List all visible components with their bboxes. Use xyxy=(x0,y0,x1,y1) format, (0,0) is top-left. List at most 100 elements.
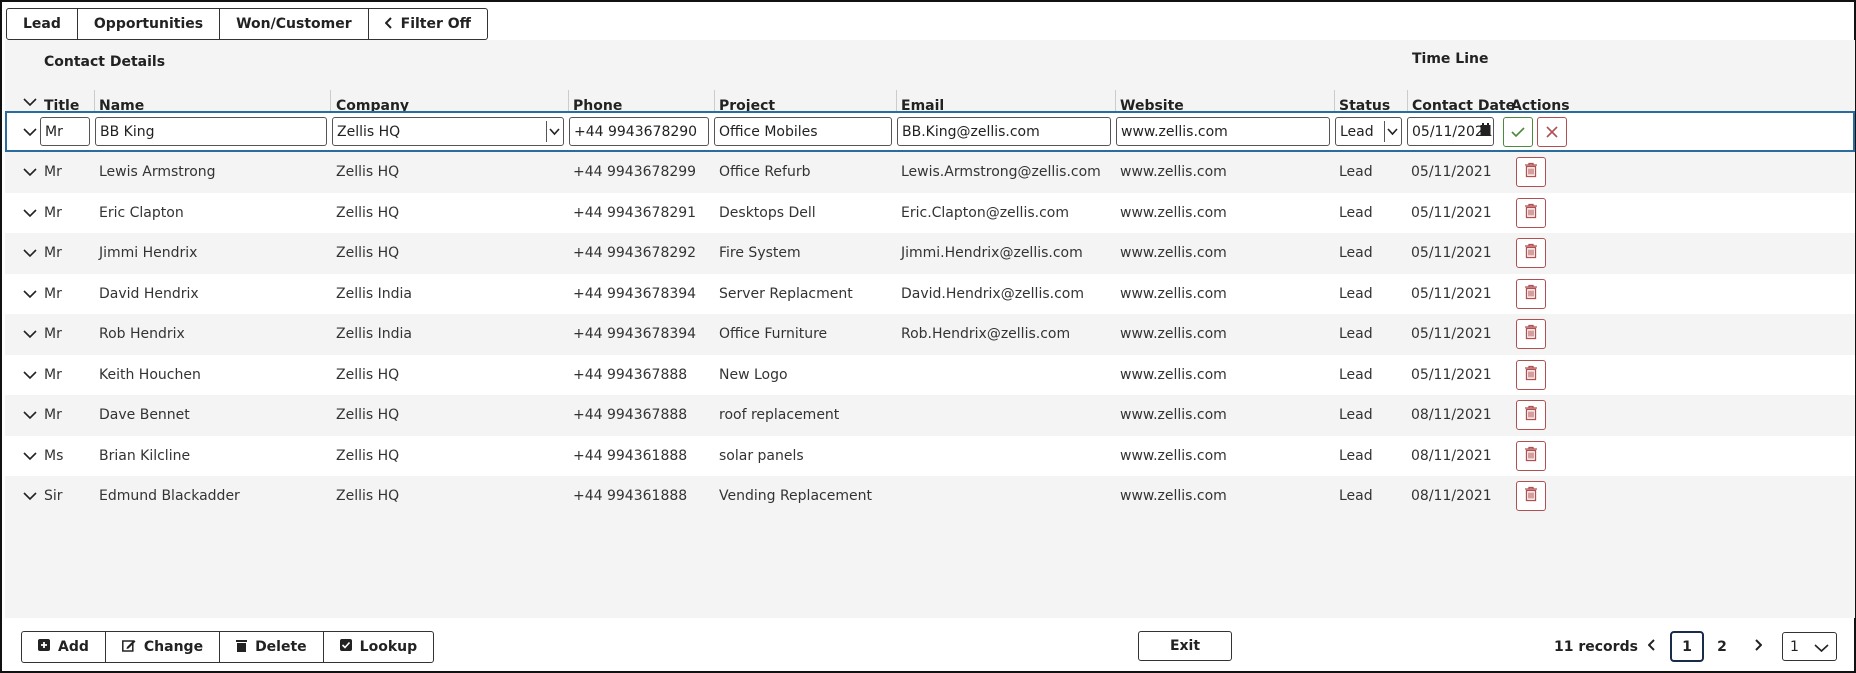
chevron-down-icon[interactable] xyxy=(22,233,38,273)
cell-website: www.zellis.com xyxy=(1120,204,1227,221)
status-select[interactable]: Lead xyxy=(1335,117,1402,146)
name-input[interactable]: BB King xyxy=(95,117,327,146)
delete-row-button[interactable] xyxy=(1516,278,1546,309)
delete-row-button[interactable] xyxy=(1516,197,1546,228)
cell-website: www.zellis.com xyxy=(1120,245,1227,261)
cell-name: Lewis Armstrong xyxy=(99,164,216,180)
page-1-button[interactable]: 1 xyxy=(1670,631,1704,662)
cell-project: Office Refurb xyxy=(719,164,811,180)
chevron-down-icon[interactable] xyxy=(22,314,38,354)
cell-status: Lead xyxy=(1339,488,1373,504)
cell-company: Zellis India xyxy=(336,326,412,342)
save-row-button[interactable] xyxy=(1503,117,1533,147)
page-size-value: 1 xyxy=(1790,638,1799,655)
delete-button[interactable]: Delete xyxy=(220,632,324,662)
table-row[interactable]: Mr Eric Clapton Zellis HQ +44 9943678291 Des… xyxy=(5,192,1855,233)
cell-title: Mr xyxy=(44,285,62,302)
chevron-down-icon[interactable] xyxy=(22,274,38,314)
cell-project: solar panels xyxy=(719,447,804,464)
chevron-down-icon[interactable] xyxy=(22,395,38,435)
chevron-down-icon xyxy=(546,121,561,142)
contact-date-input[interactable]: 05/11/2021 xyxy=(1407,117,1494,146)
change-button[interactable]: Change xyxy=(106,632,221,662)
cell-phone: +44 9943678292 xyxy=(573,245,697,261)
cell-phone: +44 994361888 xyxy=(573,488,688,504)
delete-row-button[interactable] xyxy=(1516,481,1546,511)
trash-icon xyxy=(1524,284,1538,304)
cell-name: Brian Kilcline xyxy=(99,447,191,464)
project-input[interactable]: Office Mobiles xyxy=(714,117,892,146)
cell-project: Office Furniture xyxy=(719,326,828,342)
lookup-button[interactable]: Lookup xyxy=(324,632,433,662)
cell-name: David Hendrix xyxy=(99,285,199,302)
group-header-timeline: Time Line xyxy=(1412,51,1489,67)
cell-company: Zellis HQ xyxy=(336,488,400,504)
cell-title: Mr xyxy=(44,204,62,221)
filter-toggle-button[interactable]: Filter Off xyxy=(369,9,487,39)
cell-project: Vending Replacement xyxy=(719,488,872,504)
prev-page-button[interactable] xyxy=(1644,631,1660,662)
chevron-down-icon[interactable] xyxy=(22,152,38,192)
cell-contact-date: 05/11/2021 xyxy=(1411,245,1492,261)
email-input[interactable]: BB.King@zellis.com xyxy=(897,117,1111,146)
cell-phone: +44 994361888 xyxy=(573,447,688,464)
cell-email: Rob.Hendrix@zellis.com xyxy=(901,326,1071,342)
cell-phone: +44 9943678299 xyxy=(573,164,697,180)
next-page-button[interactable] xyxy=(1750,631,1766,662)
chevron-down-icon[interactable] xyxy=(22,113,38,151)
cell-email: David.Hendrix@zellis.com xyxy=(901,285,1084,302)
trash-icon xyxy=(1524,405,1538,425)
check-square-icon xyxy=(339,639,360,655)
record-count: 11 records xyxy=(1554,639,1638,655)
cell-phone: +44 994367888 xyxy=(573,407,688,423)
chevron-down-icon[interactable] xyxy=(22,436,38,476)
delete-row-button[interactable] xyxy=(1516,157,1546,187)
table-row[interactable]: Mr Dave Bennet Zellis HQ +44 994367888 roof … xyxy=(5,395,1855,435)
phone-input[interactable]: +44 9943678290 xyxy=(569,117,709,146)
tab-lead[interactable]: Lead xyxy=(7,9,78,39)
chevron-down-icon[interactable] xyxy=(22,355,38,395)
exit-button[interactable]: Exit xyxy=(1138,631,1232,661)
delete-row-button[interactable] xyxy=(1516,440,1546,471)
cell-title: Sir xyxy=(44,488,63,504)
delete-row-button[interactable] xyxy=(1516,319,1546,349)
tab-won-customer[interactable]: Won/Customer xyxy=(220,9,369,39)
tab-label: Won/Customer xyxy=(236,16,352,32)
cell-website: www.zellis.com xyxy=(1120,488,1227,504)
table-row[interactable]: Mr Jimmi Hendrix Zellis HQ +44 9943678292 Fi… xyxy=(5,233,1855,273)
chevron-down-icon[interactable] xyxy=(22,476,38,516)
delete-row-button[interactable] xyxy=(1516,400,1546,430)
cell-status: Lead xyxy=(1339,326,1373,342)
cell-contact-date: 05/11/2021 xyxy=(1411,164,1492,180)
cell-name: Eric Clapton xyxy=(99,204,184,221)
tab-opportunities[interactable]: Opportunities xyxy=(78,9,221,39)
chevron-down-icon[interactable] xyxy=(22,193,38,233)
page-size-select[interactable]: 1 xyxy=(1782,632,1837,661)
cancel-row-button[interactable] xyxy=(1537,117,1567,147)
table-row[interactable]: Mr Keith Houchen Zellis HQ +44 994367888 New… xyxy=(5,354,1855,395)
delete-row-button[interactable] xyxy=(1516,238,1546,268)
add-button[interactable]: Add xyxy=(22,632,106,662)
title-input[interactable]: Mr xyxy=(40,117,90,146)
cell-phone: +44 994367888 xyxy=(573,366,688,383)
page-2-button[interactable]: 2 xyxy=(1712,631,1732,662)
website-input[interactable]: www.zellis.com xyxy=(1116,117,1330,146)
app-frame: Lead Opportunities Won/Customer Filter O… xyxy=(0,0,1856,673)
chevron-right-icon xyxy=(1754,638,1763,655)
delete-row-button[interactable] xyxy=(1516,359,1546,390)
cell-name: Rob Hendrix xyxy=(99,326,185,342)
table-row[interactable]: Mr Lewis Armstrong Zellis HQ +44 9943678299… xyxy=(5,152,1855,192)
cell-title: Mr xyxy=(44,366,62,383)
cell-status: Lead xyxy=(1339,366,1373,383)
cell-website: www.zellis.com xyxy=(1120,164,1227,180)
table-row[interactable]: Ms Brian Kilcline Zellis HQ +44 994361888 so… xyxy=(5,435,1855,476)
close-icon xyxy=(1546,123,1558,142)
table-row[interactable]: Sir Edmund Blackadder Zellis HQ +44 9943618… xyxy=(5,476,1855,516)
calendar-icon[interactable] xyxy=(1480,123,1491,141)
trash-icon xyxy=(1524,365,1538,385)
cell-contact-date: 08/11/2021 xyxy=(1411,488,1492,504)
company-select[interactable]: Zellis HQ xyxy=(332,117,564,146)
trash-icon xyxy=(1524,203,1538,223)
table-row[interactable]: Mr Rob Hendrix Zellis India +44 9943678394 O… xyxy=(5,314,1855,354)
table-row[interactable]: Mr David Hendrix Zellis India +44 994367839… xyxy=(5,273,1855,314)
